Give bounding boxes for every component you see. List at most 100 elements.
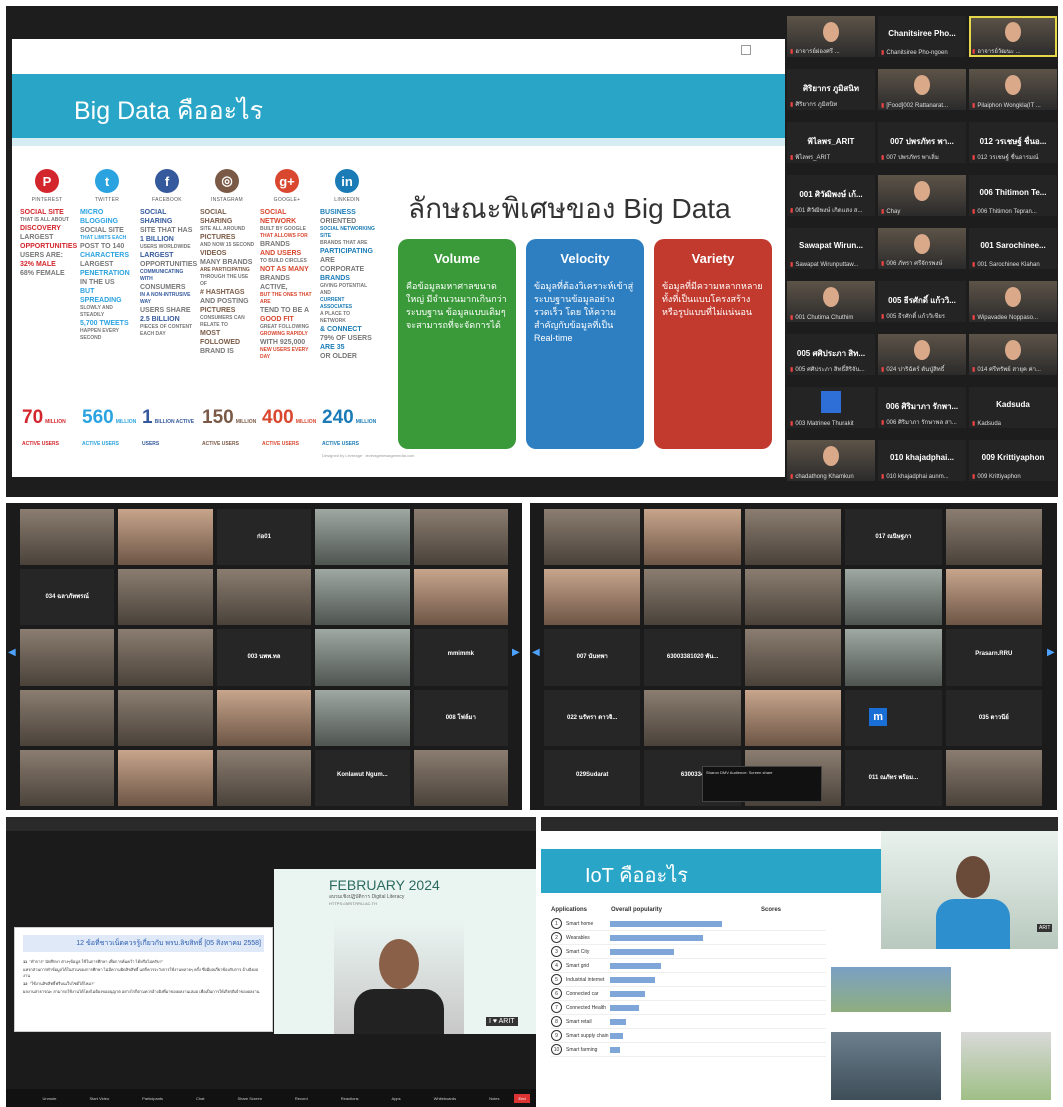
participant-tile[interactable]: 012 วรเชษฐ์ ชื่นอ... ▮ 012 วรเชษฐ์ ชื่นอาร…: [969, 122, 1057, 163]
video-tile[interactable]: [315, 689, 410, 746]
video-tile[interactable]: [744, 509, 842, 566]
video-tile[interactable]: [216, 689, 312, 746]
video-tile[interactable]: ก่อ01: [216, 509, 312, 566]
video-tile[interactable]: [315, 509, 410, 566]
video-tile[interactable]: 003 นพพ.ทล: [216, 629, 312, 686]
participant-tile[interactable]: ▮ อาจารย์วัฒนะ ...: [969, 16, 1057, 57]
video-tile[interactable]: [744, 569, 842, 626]
participant-tile[interactable]: ▮ 006 ภัทรา ศรีจักรพงษ์: [878, 228, 966, 269]
participant-tile[interactable]: ▮ Chay: [878, 175, 966, 216]
video-tile[interactable]: Prasarn.RRU: [945, 629, 1042, 686]
toolbar-button[interactable]: Share Screen: [237, 1096, 261, 1101]
participant-tile[interactable]: ▮ Pilaiphon Wongkla(IT ...: [969, 69, 1057, 110]
video-tile[interactable]: [845, 629, 942, 686]
toolbar-button[interactable]: Participants: [142, 1096, 163, 1101]
participant-tile[interactable]: ▮ 024 ปาริฉัตร์ ตันปู่สิทธิ์: [878, 334, 966, 375]
social-fact-line: GOOD FIT: [260, 316, 294, 323]
video-tile[interactable]: [945, 569, 1042, 626]
participant-tile[interactable]: ▮ 001 Chutima Chuthim: [787, 281, 875, 322]
video-tile[interactable]: [644, 509, 741, 566]
participant-tile[interactable]: ▮ Wipavadee Noppaso...: [969, 281, 1057, 322]
video-tile[interactable]: 029Sudarat: [544, 749, 641, 806]
participant-caption: ▮ 005 ศศิประภา สิทธิ์สิริจัน...: [790, 364, 865, 374]
video-tile[interactable]: [544, 509, 641, 566]
participant-tile[interactable]: ▮ 014 ศรีทรัพย์ สายุค ค่า...: [969, 334, 1057, 375]
participant-caption: ▮ ศิริยากร ภูมิสนิท: [790, 99, 837, 109]
participant-tile[interactable]: 005 ศศิประภา สิท... ▮ 005 ศศิประภา สิทธิ์ส…: [787, 334, 875, 375]
toolbar-button[interactable]: Apps: [392, 1096, 401, 1101]
notification-toast[interactable]: Sharon DMV Audience: Screen share: [702, 766, 822, 802]
video-tile[interactable]: 017 ณนิษฐภา: [845, 509, 942, 566]
participant-tile[interactable]: ศิริยากร ภูมิสนิท ▮ ศิริยากร ภูมิสนิท: [787, 69, 875, 110]
toolbar-button[interactable]: Record: [295, 1096, 308, 1101]
video-tile[interactable]: [845, 569, 942, 626]
participant-tile[interactable]: 006 Thitimon Te... ▮ 006 Thitimon Tepran..…: [969, 175, 1057, 216]
video-tile[interactable]: [644, 569, 741, 626]
participant-tile[interactable]: ▮ อาจารย์ผ่องศรี ...: [787, 16, 875, 57]
toolbar-button[interactable]: Notes: [489, 1096, 499, 1101]
video-tile[interactable]: [118, 629, 213, 686]
next-page-arrow[interactable]: ▶: [1047, 647, 1055, 658]
prev-page-arrow[interactable]: ◀: [532, 647, 540, 658]
video-tile[interactable]: [20, 749, 115, 806]
toolbar-button[interactable]: Reactions: [341, 1096, 359, 1101]
participant-tile[interactable]: 001 ศิวัฒิพงษ์ เก้... ▮ 001 ศิวัฒิพงษ์ เกิ…: [787, 175, 875, 216]
participant-tile[interactable]: 001 Sarochinee... ▮ 001 Sarochinee Klahan: [969, 228, 1057, 269]
row-number: 2: [551, 932, 562, 943]
social-column: g+ GOOGLE+ SOCIAL NETWORK BUILT BY GOOGLE TH…: [258, 169, 316, 459]
participant-tile[interactable]: Chanitsiree Pho... ▮ Chanitsiree Pho-ngoen: [878, 16, 966, 57]
participant-tile[interactable]: 006 ศิริมาภา รักพา... ▮ 006 ศิริมาภา รักษา…: [878, 387, 966, 428]
video-tile[interactable]: [744, 689, 842, 746]
video-tile[interactable]: [945, 749, 1042, 806]
video-tile[interactable]: [216, 569, 312, 626]
video-tile[interactable]: mmimmk: [413, 629, 508, 686]
video-tile[interactable]: [644, 689, 741, 746]
video-tile[interactable]: 008 โฟล์มา: [413, 689, 508, 746]
participant-tile[interactable]: 005 ธีรศักดิ์ แก้ววิ... ▮ 005 ธีรศักดิ์ แก…: [878, 281, 966, 322]
prev-page-arrow[interactable]: ◀: [8, 647, 16, 658]
video-tile[interactable]: 63003381020 พัน...: [644, 629, 741, 686]
toolbar-button[interactable]: Whiteboards: [434, 1096, 456, 1101]
social-fact-line: 1 BILLION: [140, 236, 174, 243]
video-tile[interactable]: 007 นันทพา: [544, 629, 641, 686]
video-tile[interactable]: [315, 629, 410, 686]
video-tile[interactable]: 035 ดาวนีย์: [945, 689, 1042, 746]
video-tile[interactable]: [118, 569, 213, 626]
video-tile[interactable]: [20, 629, 115, 686]
participant-tile[interactable]: ▮ chadathong Khamkun: [787, 440, 875, 481]
video-tile[interactable]: [945, 509, 1042, 566]
video-tile[interactable]: [20, 509, 115, 566]
end-meeting-button[interactable]: End: [514, 1094, 530, 1103]
participant-tile[interactable]: Kadsuda ▮ Kadsuda: [969, 387, 1057, 428]
participant-tile[interactable]: 010 khajadphai... ▮ 010 khajadphai aunm...: [878, 440, 966, 481]
participant-tile[interactable]: ▮ [Food]002 Rattanarat...: [878, 69, 966, 110]
toolbar-button[interactable]: Unmute: [42, 1096, 56, 1101]
video-tile[interactable]: [118, 509, 213, 566]
video-tile[interactable]: [315, 569, 410, 626]
participant-tile[interactable]: Sawapat Wirun... ▮ Sawapat Wirunputtaw...: [787, 228, 875, 269]
participant-tile[interactable]: พิไลพร_ARIT ▮ พิไลพร_ARIT: [787, 122, 875, 163]
video-tile[interactable]: 022 นรัทรา ดาวจิ...: [544, 689, 641, 746]
toolbar-button[interactable]: Chat: [196, 1096, 204, 1101]
video-tile[interactable]: [413, 509, 508, 566]
video-tile[interactable]: [20, 689, 115, 746]
participant-tile[interactable]: ▮ 003 Matrinee Thurakit: [787, 387, 875, 428]
video-tile[interactable]: m: [845, 689, 942, 746]
video-tile[interactable]: [216, 749, 312, 806]
video-tile[interactable]: [744, 629, 842, 686]
participant-name: 008 โฟล์มา: [445, 714, 476, 721]
video-tile[interactable]: 011 ณภัทร พร้อม...: [845, 749, 942, 806]
video-tile[interactable]: [118, 689, 213, 746]
zoom-window-bigdata: Big Data คืออะไร P PINTEREST SOCIAL SITE TH…: [6, 6, 1058, 497]
video-tile[interactable]: [544, 569, 641, 626]
video-tile[interactable]: [413, 569, 508, 626]
participant-tile[interactable]: 009 Krittiyaphon ▮ 009 Krittiyaphon: [969, 440, 1057, 481]
next-page-arrow[interactable]: ▶: [512, 647, 520, 658]
expand-icon[interactable]: [741, 45, 751, 55]
video-tile[interactable]: [118, 749, 213, 806]
participant-tile[interactable]: 007 ปพรภัทร พา... ▮ 007 ปพรภัทร พาเลิ่ม: [878, 122, 966, 163]
toolbar-button[interactable]: Start Video: [89, 1096, 109, 1101]
video-tile[interactable]: [413, 749, 508, 806]
video-tile[interactable]: Konlawut Ngum...: [315, 749, 410, 806]
video-tile[interactable]: 034 ฉลาภัทพรณ์: [20, 569, 115, 626]
